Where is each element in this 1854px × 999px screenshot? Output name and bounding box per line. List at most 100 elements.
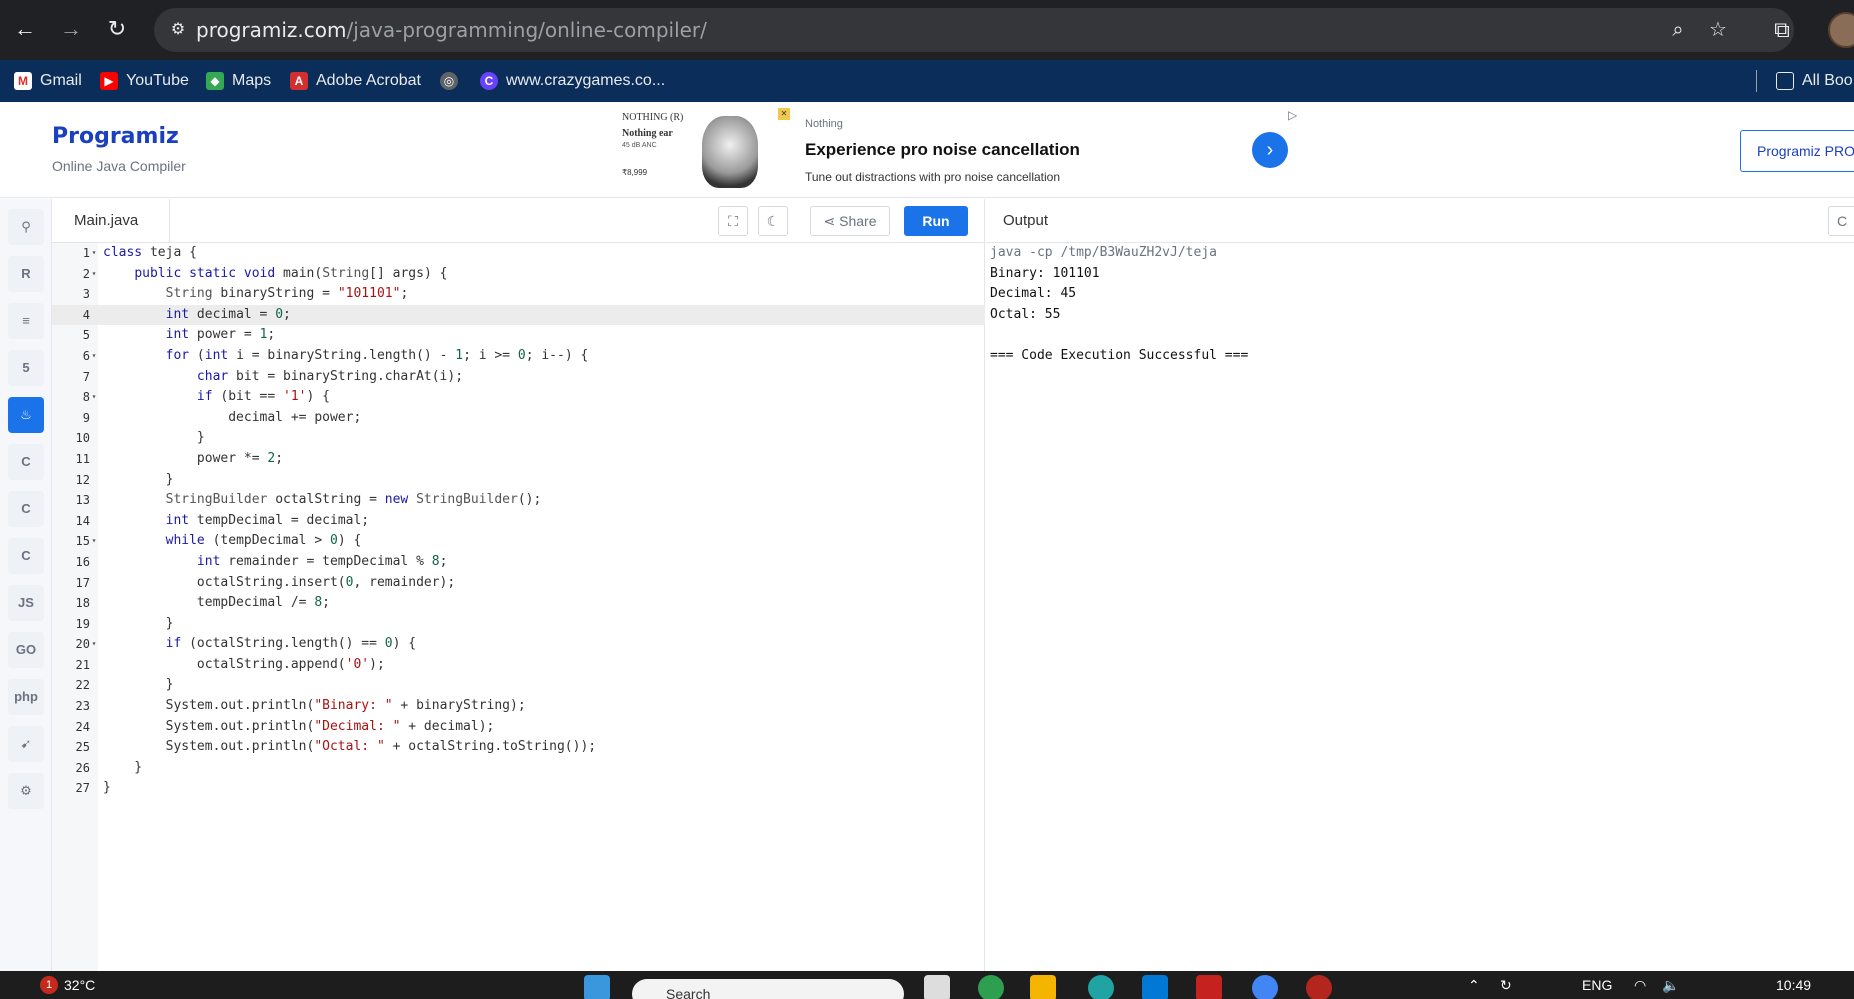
code-line[interactable]: 4 int decimal = 0;: [52, 304, 985, 326]
code-editor[interactable]: 1 ▾ class teja {2 ▾ public static void main…: [52, 243, 985, 971]
code-line[interactable]: 8 ▾ if (bit == '1') {: [52, 387, 985, 408]
sql-icon[interactable]: ≡: [8, 303, 44, 339]
programiz-logo[interactable]: Programiz: [52, 124, 179, 149]
js-icon[interactable]: JS: [8, 585, 44, 621]
code-line[interactable]: 12 }: [52, 470, 985, 491]
profile-avatar[interactable]: [1828, 12, 1854, 48]
back-icon[interactable]: ←: [8, 12, 42, 46]
code-text: public static void main(String[] args) {: [134, 265, 448, 281]
code-line[interactable]: 23 System.out.println("Binary: " + binar…: [52, 696, 985, 717]
start-icon[interactable]: [584, 975, 610, 999]
file-explorer-icon[interactable]: [1030, 975, 1056, 999]
code-line[interactable]: 11 power *= 2;: [52, 449, 985, 470]
java-icon[interactable]: ♨: [8, 397, 44, 433]
url-text[interactable]: programiz.com/java-programming/online-co…: [196, 8, 707, 52]
ad-title[interactable]: Experience pro noise cancellation: [805, 140, 1080, 160]
fullscreen-icon[interactable]: ⛶: [718, 206, 748, 236]
bookmark-gmail[interactable]: M Gmail: [14, 60, 82, 102]
ad-arrow-icon[interactable]: ›: [1252, 132, 1288, 168]
bookmark-all[interactable]: All Boo: [1776, 60, 1853, 102]
code-line[interactable]: 26 }: [52, 758, 985, 779]
code-line[interactable]: 20 ▾ if (octalString.length() == 0) {: [52, 634, 985, 655]
ad-close-icon[interactable]: ✕: [778, 108, 790, 120]
code-line[interactable]: 19 }: [52, 614, 985, 635]
gmail-taskbar-icon[interactable]: [1196, 975, 1222, 999]
adchoices-icon[interactable]: ▷: [1288, 108, 1297, 122]
edge-icon[interactable]: [1088, 975, 1114, 999]
code-line[interactable]: 1 ▾ class teja {: [52, 243, 985, 264]
share-button[interactable]: ⋖ Share: [810, 206, 890, 236]
code-line[interactable]: 3 String binaryString = "101101";: [52, 284, 985, 305]
code-line[interactable]: 14 int tempDecimal = decimal;: [52, 511, 985, 532]
code-line[interactable]: 6 ▾ for (int i = binaryString.length() - …: [52, 346, 985, 367]
code-line[interactable]: 21 octalString.append('0');: [52, 655, 985, 676]
code-line[interactable]: 25 System.out.println("Octal: " + octalS…: [52, 737, 985, 758]
bookmark-crazygames[interactable]: Cwww.crazygames.co...: [480, 60, 665, 102]
site-info-icon[interactable]: ⚙: [166, 18, 190, 42]
code-line[interactable]: 17 octalString.insert(0, remainder);: [52, 573, 985, 594]
bookmark-star-icon[interactable]: ☆: [1704, 16, 1732, 44]
code-line[interactable]: 5 int power = 1;: [52, 325, 985, 346]
html-icon[interactable]: 5: [8, 350, 44, 386]
rust-icon[interactable]: ⚙: [8, 773, 44, 809]
taskbar-search[interactable]: Search: [632, 979, 904, 999]
code-line[interactable]: 27}: [52, 778, 985, 799]
bookmark-acrobat[interactable]: A Adobe Acrobat: [290, 60, 421, 102]
swift-icon[interactable]: ➹: [8, 726, 44, 762]
zoom-icon[interactable]: ⌕: [1664, 16, 1692, 44]
file-tab[interactable]: Main.java: [52, 199, 170, 243]
code-line[interactable]: 2 ▾ public static void main(String[] args…: [52, 264, 985, 285]
chrome-profile-icon[interactable]: [1306, 975, 1332, 999]
meet-icon[interactable]: [978, 975, 1004, 999]
code-line[interactable]: 16 int remainder = tempDecimal % 8;: [52, 552, 985, 573]
output-console[interactable]: java -cp /tmp/B3WauZH2vJ/teja Binary: 101…: [990, 243, 1850, 367]
fold-arrow-icon[interactable]: ▾: [90, 243, 98, 264]
fold-arrow-icon[interactable]: ▾: [90, 531, 98, 552]
code-line[interactable]: 15 ▾ while (tempDecimal > 0) {: [52, 531, 985, 552]
c-icon[interactable]: C: [8, 444, 44, 480]
forward-icon[interactable]: →: [54, 12, 88, 46]
line-number: 27: [75, 781, 90, 796]
weather-widget[interactable]: 1 32°C: [40, 971, 95, 999]
clear-button[interactable]: C: [1828, 206, 1854, 236]
reload-icon[interactable]: ↻: [100, 12, 134, 46]
extensions-icon[interactable]: ⧉: [1766, 14, 1798, 46]
cpp-icon[interactable]: C: [8, 491, 44, 527]
address-bar[interactable]: ⚙ programiz.com/java-programming/online-…: [154, 8, 1794, 52]
run-button[interactable]: Run: [904, 206, 968, 236]
code-line[interactable]: 13 StringBuilder octalString = new Strin…: [52, 490, 985, 511]
code-line[interactable]: 9 decimal += power;: [52, 408, 985, 429]
volume-icon[interactable]: 🔈: [1662, 971, 1679, 999]
dark-mode-icon[interactable]: ☾: [758, 206, 788, 236]
fold-arrow-icon[interactable]: ▾: [90, 634, 98, 655]
line-number: 21: [75, 657, 90, 672]
store-icon[interactable]: [1142, 975, 1168, 999]
bookmark-maps[interactable]: ◆ Maps: [206, 60, 271, 102]
code-line[interactable]: 7 char bit = binaryString.charAt(i);: [52, 367, 985, 388]
ad-image[interactable]: NOTHING (R) Nothing ear 45 dB ANC ₹8,999: [620, 108, 770, 192]
line-number: 7: [82, 369, 90, 384]
fold-arrow-icon[interactable]: ▾: [90, 387, 98, 408]
code-line[interactable]: 10 }: [52, 428, 985, 449]
code-text: power *= 2;: [103, 450, 284, 466]
bookmark-youtube[interactable]: ▶ YouTube: [100, 60, 189, 102]
bookmark-globe[interactable]: ◎: [440, 60, 458, 102]
tray-overflow-icon[interactable]: ⌃: [1468, 971, 1480, 999]
chrome-icon[interactable]: [1252, 975, 1278, 999]
task-view-icon[interactable]: [924, 975, 950, 999]
r-icon[interactable]: R: [8, 256, 44, 292]
programiz-pro-button[interactable]: Programiz PRO: [1740, 130, 1854, 172]
php-icon[interactable]: php: [8, 679, 44, 715]
fold-arrow-icon[interactable]: ▾: [90, 264, 98, 285]
network-icon[interactable]: ◠: [1634, 971, 1646, 999]
csharp-icon[interactable]: C: [8, 538, 44, 574]
go-icon[interactable]: GO: [8, 632, 44, 668]
code-line[interactable]: 18 tempDecimal /= 8;: [52, 593, 985, 614]
clock[interactable]: 10:49: [1776, 971, 1811, 999]
input-language[interactable]: ENG: [1582, 971, 1612, 999]
python-icon[interactable]: ⚲: [8, 209, 44, 245]
fold-arrow-icon[interactable]: ▾: [90, 346, 98, 367]
code-line[interactable]: 22 }: [52, 675, 985, 696]
sync-icon[interactable]: ↻: [1500, 971, 1512, 999]
code-line[interactable]: 24 System.out.println("Decimal: " + deci…: [52, 717, 985, 738]
